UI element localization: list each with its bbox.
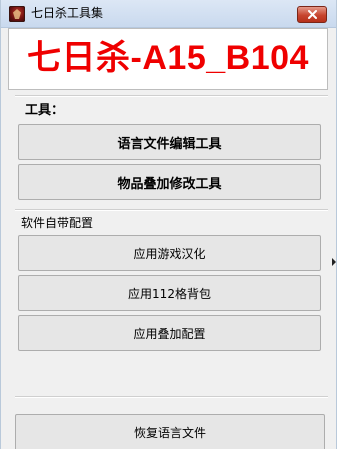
app-icon bbox=[9, 6, 25, 22]
apply-stack-config-button[interactable]: 应用叠加配置 bbox=[18, 315, 321, 351]
tools-group-label: 工具： bbox=[25, 103, 65, 118]
divider bbox=[15, 396, 328, 398]
header-panel: 七日杀-A15_B104 bbox=[8, 28, 328, 90]
apply-112-slot-backpack-button[interactable]: 应用112格背包 bbox=[18, 275, 321, 311]
apply-localization-button[interactable]: 应用游戏汉化 bbox=[18, 235, 321, 271]
divider bbox=[15, 209, 328, 211]
main-window: 七日杀工具集 七日杀-A15_B104 工具： 语言文件编辑工具 物品叠加修改工… bbox=[0, 0, 337, 449]
page-title: 七日杀-A15_B104 bbox=[27, 39, 309, 77]
language-file-editor-button[interactable]: 语言文件编辑工具 bbox=[18, 124, 321, 160]
restore-language-file-button[interactable]: 恢复语言文件 bbox=[15, 414, 325, 449]
divider bbox=[15, 95, 328, 97]
builtin-config-group-label: 软件自带配置 bbox=[21, 216, 94, 230]
window-title: 七日杀工具集 bbox=[31, 6, 104, 20]
close-icon bbox=[308, 10, 317, 19]
title-bar[interactable]: 七日杀工具集 bbox=[1, 0, 336, 28]
close-button[interactable] bbox=[297, 6, 327, 23]
expand-arrow-icon[interactable] bbox=[332, 258, 336, 266]
item-stack-editor-button[interactable]: 物品叠加修改工具 bbox=[18, 164, 321, 200]
